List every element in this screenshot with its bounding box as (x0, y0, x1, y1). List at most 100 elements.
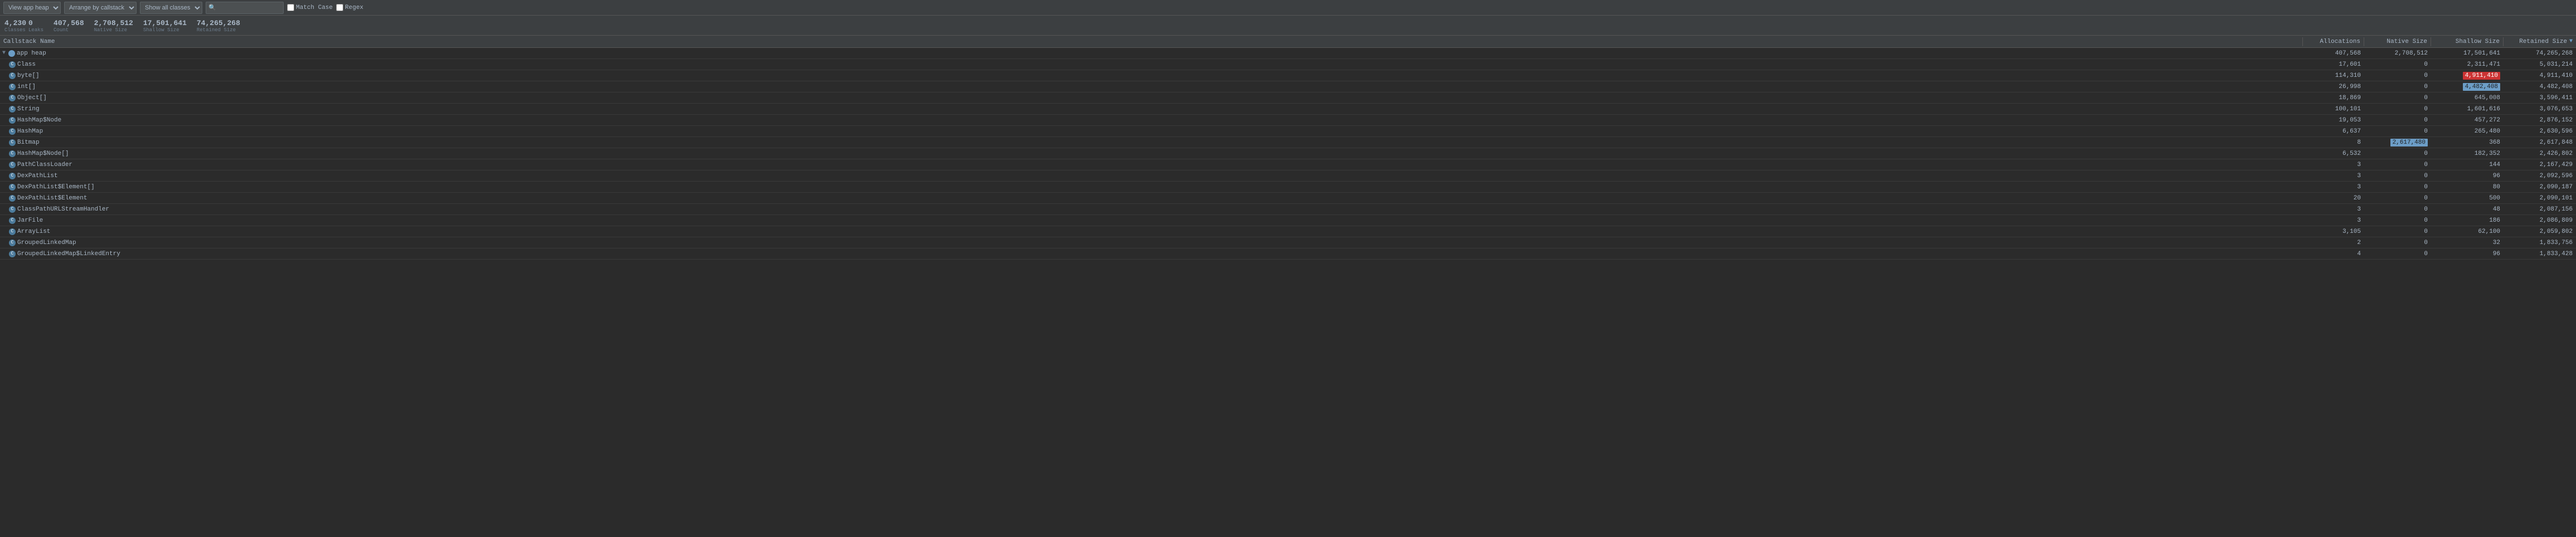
table-row[interactable]: CPathClassLoader301442,167,429 (0, 159, 2576, 170)
regex-label[interactable]: Regex (336, 4, 363, 11)
table-row[interactable]: CBitmap82,617,4803682,617,848 (0, 137, 2576, 148)
row-native: 0 (2364, 250, 2431, 258)
col-header-native[interactable]: Native Size (2364, 37, 2431, 46)
row-shallow: 144 (2431, 161, 2504, 169)
col-header-name[interactable]: Callstack Name (0, 37, 2303, 46)
row-alloc: 3 (2303, 172, 2364, 180)
row-native: 0 (2364, 183, 2431, 191)
row-class-name: int[] (17, 84, 36, 90)
retained-size-label: Retained Size (197, 27, 236, 33)
row-retained: 3,076,653 (2504, 105, 2576, 113)
row-native: 0 (2364, 172, 2431, 180)
row-shallow: 457,272 (2431, 116, 2504, 124)
table-row[interactable]: CHashMap$Node[]6,5320182,3522,426,802 (0, 148, 2576, 159)
table-row[interactable]: CHashMap6,6370265,4802,630,596 (0, 126, 2576, 137)
row-retained: 74,265,268 (2504, 50, 2576, 57)
row-name-cell: Cint[] (0, 83, 2303, 91)
row-name-cell: CDexPathList (0, 172, 2303, 180)
match-case-text: Match Case (296, 4, 333, 11)
class-icon: C (9, 61, 16, 68)
sort-arrow-icon: ▼ (2569, 38, 2573, 45)
row-alloc: 17,601 (2303, 61, 2364, 69)
row-class-name: DexPathList$Element[] (17, 184, 95, 191)
count-value: 407,568 (54, 19, 84, 27)
table-row[interactable]: CGroupedLinkedMap20321,833,756 (0, 237, 2576, 248)
row-shallow: 265,480 (2431, 128, 2504, 135)
row-native: 0 (2364, 116, 2431, 124)
row-retained: 4,911,410 (2504, 72, 2576, 80)
row-name-cell: CClass (0, 61, 2303, 69)
table-row[interactable]: CDexPathList30962,092,596 (0, 170, 2576, 182)
table-row[interactable]: CGroupedLinkedMap$LinkedEntry40961,833,4… (0, 248, 2576, 260)
match-case-label[interactable]: Match Case (287, 4, 333, 11)
row-name-cell: CClassPathURLStreamHandler (0, 206, 2303, 213)
shallow-size-value: 17,501,641 (143, 19, 187, 27)
row-class-name: String (17, 106, 40, 113)
col-header-allocations[interactable]: Allocations (2303, 37, 2364, 46)
regex-checkbox[interactable] (336, 4, 343, 11)
row-native: 0 (2364, 206, 2431, 213)
table-row[interactable]: CDexPathList$Element[]30802,090,187 (0, 182, 2576, 193)
row-retained: 2,876,152 (2504, 116, 2576, 124)
row-name-cell: CString (0, 105, 2303, 113)
row-class-name: Class (17, 61, 36, 68)
row-retained: 2,090,101 (2504, 194, 2576, 202)
row-native: 0 (2364, 150, 2431, 158)
col-header-retained[interactable]: Retained Size ▼ (2504, 37, 2576, 46)
row-name-cell: CPathClassLoader (0, 161, 2303, 169)
row-name-cell: ▼app heap (0, 50, 2303, 57)
row-native: 0 (2364, 194, 2431, 202)
class-icon: C (9, 173, 16, 179)
row-retained: 2,092,596 (2504, 172, 2576, 180)
class-icon: C (9, 162, 16, 168)
row-retained: 2,426,802 (2504, 150, 2576, 158)
row-name-cell: CHashMap (0, 128, 2303, 135)
class-icon: C (9, 117, 16, 124)
expand-icon[interactable]: ▼ (2, 50, 6, 56)
row-class-name: HashMap$Node[] (17, 150, 69, 157)
table-row[interactable]: ▼app heap407,5682,708,51217,501,64174,26… (0, 48, 2576, 59)
highlighted-shallow2: 4,482,408 (2463, 83, 2500, 91)
arrange-select[interactable]: Arrange by callstack (64, 2, 137, 14)
row-class-name: Object[] (17, 95, 47, 101)
table-row[interactable]: CClassPathURLStreamHandler30482,087,156 (0, 204, 2576, 215)
native-size-value: 2,708,512 (94, 19, 133, 27)
row-retained: 2,059,802 (2504, 228, 2576, 236)
table-row[interactable]: CHashMap$Node19,0530457,2722,876,152 (0, 115, 2576, 126)
table-row[interactable]: Cint[]26,99804,482,4084,482,408 (0, 81, 2576, 92)
classes-value: 4,230 (4, 19, 26, 27)
class-icon: C (9, 95, 16, 101)
stats-bar: 4,230 Classes 0 Leaks 407,568 Count 2,70… (0, 16, 2576, 36)
class-icon: C (9, 150, 16, 157)
highlighted-shallow: 4,911,410 (2463, 72, 2500, 80)
search-input[interactable] (206, 2, 284, 14)
row-class-name: GroupedLinkedMap (17, 240, 76, 246)
col-header-shallow[interactable]: Shallow Size (2431, 37, 2504, 46)
row-retained: 4,482,408 (2504, 83, 2576, 91)
table-row[interactable]: CJarFile301862,086,809 (0, 215, 2576, 226)
row-retained: 3,596,411 (2504, 94, 2576, 102)
view-heap-select[interactable]: View app heap (3, 2, 61, 14)
row-native: 0 (2364, 105, 2431, 113)
row-retained: 5,031,214 (2504, 61, 2576, 69)
match-case-checkbox[interactable] (287, 4, 294, 11)
row-shallow: 4,911,410 (2431, 72, 2504, 80)
row-class-name: byte[] (17, 72, 40, 79)
row-native: 0 (2364, 83, 2431, 91)
table-row[interactable]: CClass17,60102,311,4715,031,214 (0, 59, 2576, 70)
row-name-cell: CHashMap$Node (0, 116, 2303, 124)
row-class-name: HashMap$Node (17, 117, 61, 124)
table-row[interactable]: CString100,10101,601,6163,076,653 (0, 104, 2576, 115)
row-name-cell: CArrayList (0, 228, 2303, 236)
filter-classes-select[interactable]: Show all classes (140, 2, 202, 14)
table-row[interactable]: CDexPathList$Element2005002,090,101 (0, 193, 2576, 204)
table-row[interactable]: CArrayList3,105062,1002,059,802 (0, 226, 2576, 237)
class-icon: C (9, 251, 16, 257)
row-shallow: 645,008 (2431, 94, 2504, 102)
row-alloc: 100,101 (2303, 105, 2364, 113)
table-row[interactable]: CObject[]18,8690645,0083,596,411 (0, 92, 2576, 104)
row-retained: 2,087,156 (2504, 206, 2576, 213)
row-native: 0 (2364, 72, 2431, 80)
row-class-name: ClassPathURLStreamHandler (17, 206, 109, 213)
table-row[interactable]: Cbyte[]114,31004,911,4104,911,410 (0, 70, 2576, 81)
